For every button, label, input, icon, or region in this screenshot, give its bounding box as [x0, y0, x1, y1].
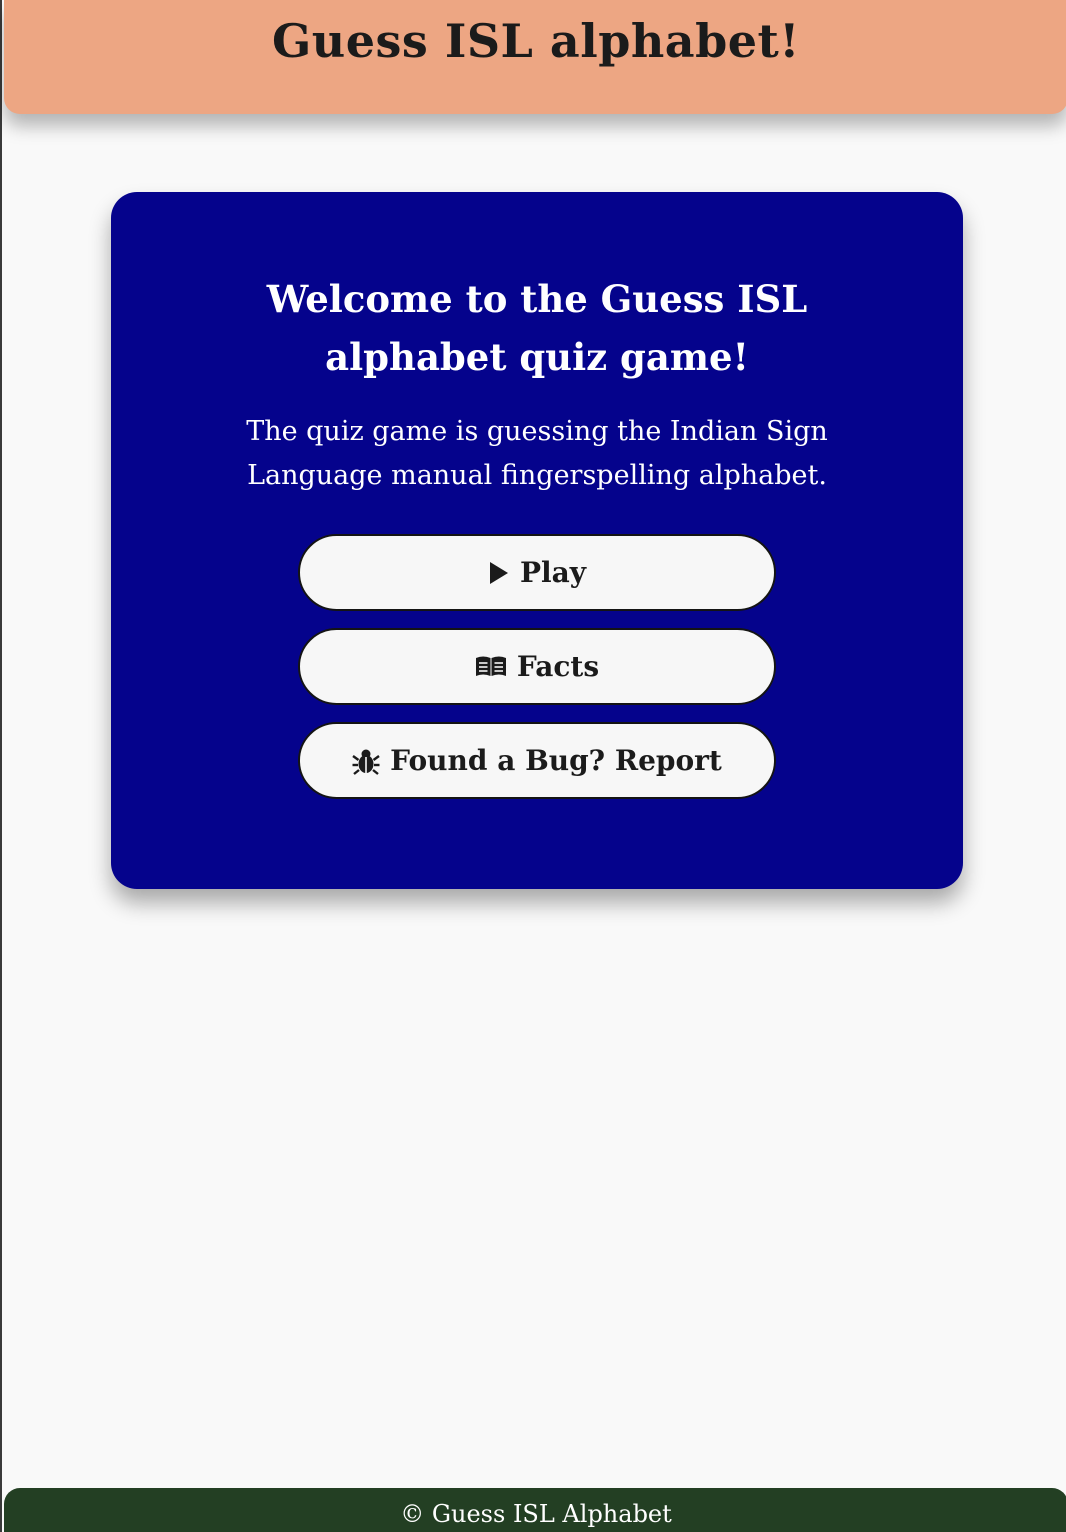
report-bug-button[interactable]: Found a Bug? Report	[298, 722, 776, 799]
welcome-card: Welcome to the Guess ISL alphabet quiz g…	[111, 192, 963, 889]
welcome-description: The quiz game is guessing the Indian Sig…	[246, 416, 828, 491]
facts-button-label: Facts	[516, 650, 600, 683]
book-icon	[475, 655, 507, 679]
play-button-label: Play	[519, 556, 587, 589]
play-button[interactable]: Play	[298, 534, 776, 611]
app-footer: © Guess ISL Alphabet	[4, 1488, 1066, 1532]
report-bug-button-label: Found a Bug? Report	[390, 744, 722, 777]
bug-icon	[352, 747, 380, 775]
footer-copyright: © Guess ISL Alphabet	[400, 1500, 672, 1528]
welcome-heading: Welcome to the Guess ISL alphabet quiz g…	[266, 277, 808, 379]
page: Guess ISL alphabet! Welcome to the Guess…	[0, 0, 1066, 1532]
facts-button[interactable]: Facts	[298, 628, 776, 705]
app-title: Guess ISL alphabet!	[272, 14, 800, 68]
app-header: Guess ISL alphabet!	[4, 0, 1066, 114]
menu-buttons: Play Facts Found a Bug? Report	[111, 534, 963, 799]
play-icon	[488, 560, 510, 586]
